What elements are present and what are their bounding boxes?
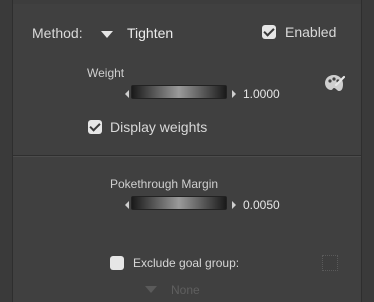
weight-label: Weight <box>87 66 125 80</box>
pokethrough-margin-label: Pokethrough Margin <box>110 177 219 191</box>
display-weights-checkbox[interactable] <box>88 120 102 134</box>
pokethrough-slider[interactable] <box>131 196 227 210</box>
pokethrough-increment-icon[interactable] <box>232 201 236 209</box>
section-divider <box>13 155 361 157</box>
panel-left-border <box>0 0 13 302</box>
enabled-label: Enabled <box>285 24 337 40</box>
goal-group-picker-icon <box>322 255 338 271</box>
method-dropdown-arrow-icon[interactable] <box>101 31 113 38</box>
tighten-settings-panel: Method: Tighten Enabled Weight 1.0000 Di… <box>0 0 374 302</box>
pokethrough-value[interactable]: 0.0050 <box>243 198 280 212</box>
display-weights-label: Display weights <box>110 119 208 135</box>
goal-group-dropdown-arrow-icon <box>145 286 157 293</box>
goal-group-dropdown-value: None <box>171 283 200 297</box>
weight-increment-icon[interactable] <box>232 90 236 98</box>
weight-value[interactable]: 1.0000 <box>243 87 280 101</box>
weight-decrement-icon[interactable] <box>125 90 129 98</box>
pokethrough-decrement-icon[interactable] <box>125 201 129 209</box>
method-label: Method: <box>32 25 83 41</box>
paint-palette-icon[interactable] <box>323 73 346 100</box>
weight-slider[interactable] <box>131 85 227 99</box>
enabled-checkbox[interactable] <box>262 25 276 39</box>
exclude-goal-group-label: Exclude goal group: <box>133 256 240 270</box>
method-dropdown-value[interactable]: Tighten <box>127 25 173 41</box>
exclude-goal-group-checkbox[interactable] <box>110 256 124 270</box>
panel-right-border <box>361 0 374 302</box>
